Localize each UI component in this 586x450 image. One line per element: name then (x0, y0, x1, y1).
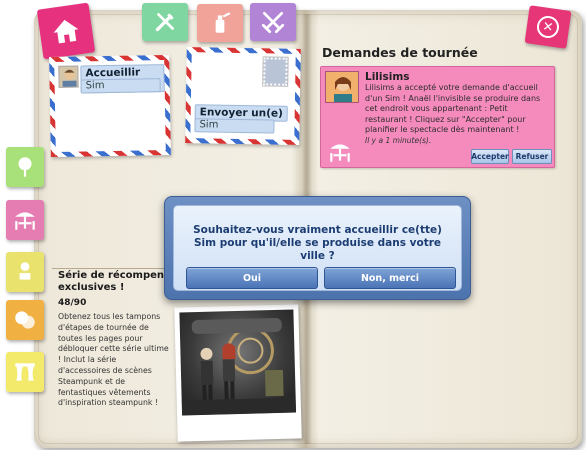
accept-button[interactable]: Accepter (471, 149, 509, 164)
home-icon (53, 19, 79, 44)
divider (52, 268, 170, 269)
welcome-card-subtitle: Sim (80, 78, 161, 94)
notification-message: Lilisims a accepté votre demande d'accue… (365, 83, 541, 134)
series-progress-count: 48/90 (58, 298, 87, 308)
home-tab[interactable] (36, 2, 96, 60)
sim-avatar (58, 65, 79, 88)
reward-photo (174, 304, 302, 442)
masks-icon (15, 311, 35, 329)
spray-icon (215, 12, 231, 33)
swords-tab[interactable] (250, 3, 296, 41)
send-card-subtitle: Sim (194, 118, 275, 134)
send-sim-card[interactable]: Envoyer un(e) Sim (185, 47, 301, 145)
sidetab-masks[interactable] (6, 300, 44, 340)
yes-button[interactable]: Oui (186, 267, 318, 289)
sidetab-tree[interactable] (6, 147, 44, 187)
close-button[interactable]: ✕ (524, 5, 572, 49)
tools-tab[interactable] (142, 3, 188, 41)
curtain-icon (15, 363, 35, 381)
requester-avatar (325, 71, 359, 103)
swords-icon (261, 11, 285, 34)
stamp-image (263, 57, 288, 86)
welcome-sim-card[interactable]: Accueillir un(e) Sim (49, 54, 171, 158)
tree-icon (18, 157, 32, 177)
cafe-table-icon (15, 212, 35, 230)
no-thanks-button[interactable]: Non, merci (324, 267, 456, 289)
confirm-dialog: Souhaitez-vous vraiment accueillir ce(tt… (164, 196, 471, 300)
confirm-dialog-body: Souhaitez-vous vraiment accueillir ce(tt… (173, 205, 462, 291)
requests-section-title: Demandes de tournée (322, 45, 478, 60)
confirm-question: Souhaitez-vous vraiment accueillir ce(tt… (193, 224, 442, 262)
close-icon: ✕ (535, 14, 561, 40)
tools-icon (155, 13, 174, 32)
series-title-line1: Série de récompen (58, 270, 165, 281)
refuse-button[interactable]: Refuser (512, 149, 552, 164)
requester-name: Lilisims (365, 71, 410, 83)
stage-icon (19, 262, 31, 280)
sidetab-curtain[interactable] (6, 352, 44, 392)
journal-screen: ✕ Accueillir un(e) Sim (0, 0, 586, 450)
steampunk-photo (179, 309, 297, 416)
series-title-line2: exclusives ! (58, 282, 125, 293)
sidetab-cafe[interactable] (6, 200, 44, 240)
cafe-table-icon (330, 144, 350, 162)
series-description: Obtenez tous les tampons d'étapes de tou… (58, 312, 169, 408)
request-notification: Lilisims Lilisims a accepté votre demand… (320, 66, 555, 168)
spray-tab[interactable] (197, 4, 243, 42)
notification-time: Il y a 1 minute(s). (365, 136, 432, 145)
sidetab-stage[interactable] (6, 252, 44, 292)
